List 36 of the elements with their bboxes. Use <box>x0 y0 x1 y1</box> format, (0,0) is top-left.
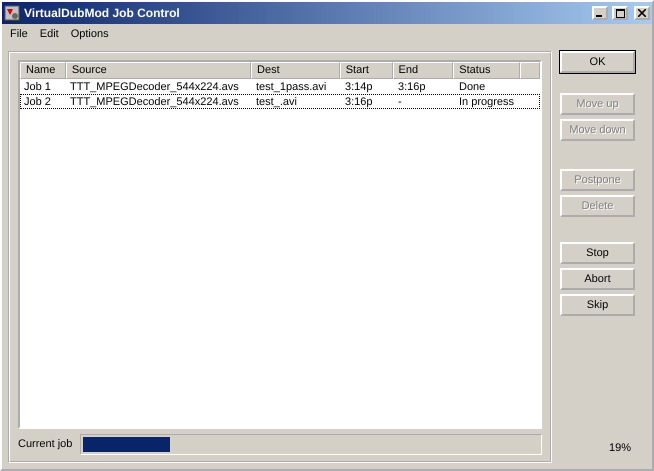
action-button[interactable]: Skip <box>560 294 635 316</box>
window-title: VirtualDubMod Job Control <box>24 6 181 20</box>
action-button[interactable]: OK <box>560 51 635 73</box>
table-cell-text: Job 2 <box>23 96 52 108</box>
column-header[interactable]: Source <box>66 62 252 79</box>
table-cell-text: In progress <box>458 96 516 108</box>
column-header[interactable]: Name <box>20 62 66 79</box>
close-button[interactable] <box>634 6 650 20</box>
table-cell-text: test_1pass.avi <box>255 80 328 92</box>
table-cell-text: test_.avi <box>255 96 298 108</box>
maximize-button[interactable] <box>612 6 628 20</box>
table-cell-text: TTT_MPEGDecoder_544x224.avs <box>69 80 240 92</box>
progress-percent: 19% <box>608 442 632 454</box>
job-row[interactable]: Job 2 TTT_MPEGDecoder_544x224.avs test_.avi 3:16p - In progress <box>20 94 540 109</box>
table-cell-text: - <box>397 96 403 108</box>
column-header[interactable]: End <box>392 62 454 79</box>
table-cell-text: 3:14p <box>344 80 374 92</box>
table-cell-text: 3:16p <box>344 96 374 108</box>
column-header[interactable]: Start <box>340 62 392 79</box>
menu-item[interactable]: Options <box>64 28 115 40</box>
action-button[interactable]: Stop <box>560 242 635 264</box>
close-icon <box>638 9 646 17</box>
maximize-icon <box>616 8 624 18</box>
app-icon <box>4 5 20 21</box>
column-header[interactable]: Status <box>453 62 520 79</box>
menu-item[interactable]: File <box>4 28 34 40</box>
minimize-button[interactable] <box>592 6 608 20</box>
table-cell-text: 3:16p <box>397 80 427 92</box>
job-row[interactable]: Job 1 TTT_MPEGDecoder_544x224.avs test_1pass.avi 3:14p 3:16p Done <box>20 79 540 94</box>
table-cell-text: Job 1 <box>23 80 52 92</box>
table-cell-text: TTT_MPEGDecoder_544x224.avs <box>69 96 240 108</box>
column-header[interactable]: Dest <box>251 62 340 79</box>
menu-item[interactable]: Edit <box>34 28 65 40</box>
table-cell-text: Done <box>458 80 486 92</box>
progress-label: Current job <box>18 438 72 450</box>
action-button[interactable]: Abort <box>560 268 635 290</box>
